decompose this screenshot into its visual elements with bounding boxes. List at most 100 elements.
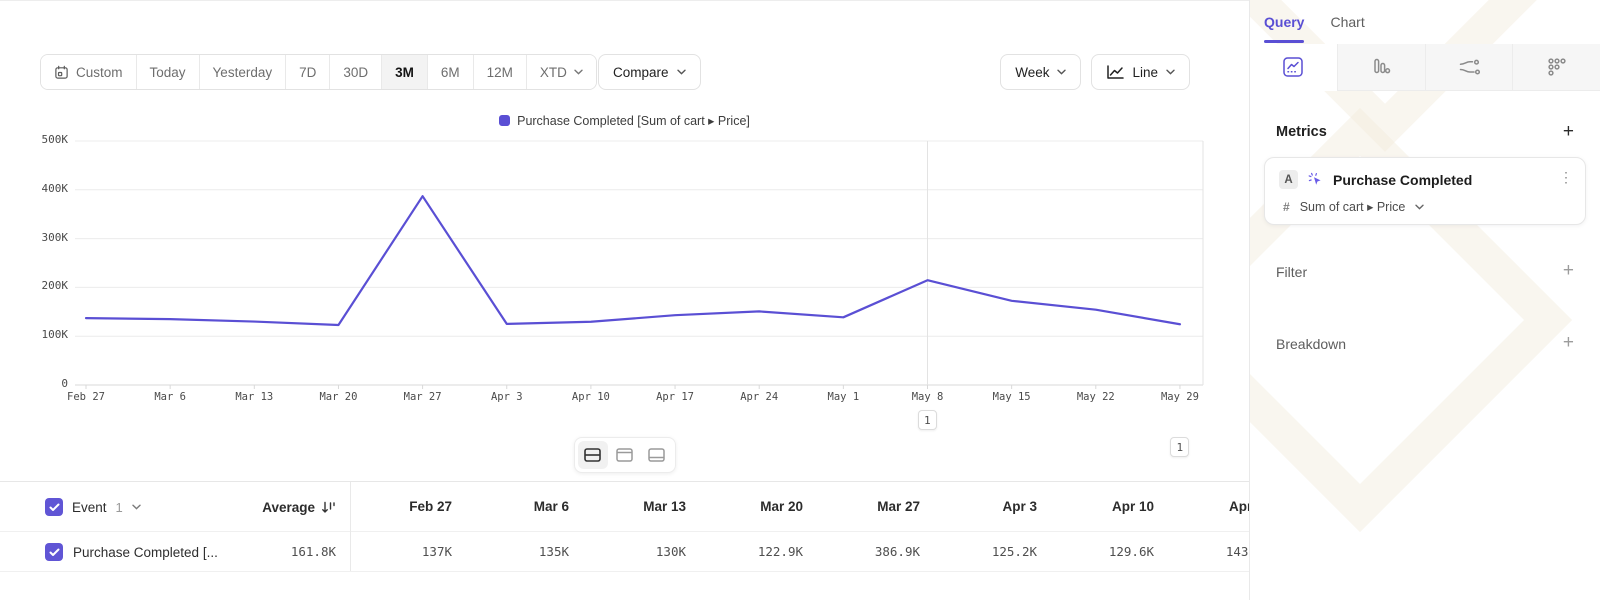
- range-label: 3M: [395, 65, 414, 80]
- value-cell: 125.2K: [936, 532, 1053, 572]
- chevron-down-icon: [1415, 204, 1424, 210]
- x-tick-label: Apr 17: [633, 391, 717, 403]
- breakdown-heading: Breakdown: [1276, 336, 1346, 352]
- date-column-header: Apr 3: [936, 482, 1053, 532]
- row-checkbox[interactable]: [45, 543, 63, 561]
- value-cell: 135K: [468, 532, 585, 572]
- chart-type-button[interactable]: Line: [1091, 54, 1190, 90]
- toggle-table-only[interactable]: [642, 441, 672, 469]
- y-tick-label: 400K: [0, 182, 68, 195]
- chevron-down-icon: [1057, 69, 1066, 75]
- query-sidebar: Query Chart: [1249, 0, 1600, 600]
- y-tick-label: 0: [0, 377, 68, 390]
- range-3m[interactable]: 3M: [381, 55, 427, 89]
- tab-query[interactable]: Query: [1264, 14, 1304, 30]
- x-tick-label: Mar 13: [212, 391, 296, 403]
- range-xtd[interactable]: XTD: [526, 55, 596, 89]
- legend-swatch: [499, 115, 510, 126]
- layout-toggle-group: [574, 437, 676, 473]
- compare-label: Compare: [613, 65, 669, 80]
- x-tick-label: Apr 24: [717, 391, 801, 403]
- range-label: Custom: [76, 65, 123, 80]
- x-tick-label: May 1: [801, 391, 885, 403]
- range-30d[interactable]: 30D: [329, 55, 381, 89]
- y-tick-label: 200K: [0, 279, 68, 292]
- main-panel: Custom Today Yesterday 7D 30D 3M 6M 12MXTD Comp…: [0, 0, 1249, 600]
- toggle-split-view[interactable]: [578, 441, 608, 469]
- range-yesterday[interactable]: Yesterday: [199, 55, 286, 89]
- aggregation-label: Sum of cart ▸ Price: [1300, 199, 1406, 214]
- chevron-down-icon: [677, 69, 686, 75]
- add-metric-button[interactable]: +: [1563, 122, 1574, 141]
- metric-aggregation[interactable]: # Sum of cart ▸ Price: [1283, 199, 1424, 214]
- value-cell: 386.9K: [819, 532, 936, 572]
- x-tick-label: Mar 6: [128, 391, 212, 403]
- metric-event-name: Purchase Completed: [1333, 172, 1472, 188]
- retention-icon: [1546, 56, 1568, 78]
- granularity-label: Week: [1015, 65, 1049, 80]
- metric-card[interactable]: A Purchase Completed ⋮ #: [1264, 157, 1586, 225]
- add-filter-button[interactable]: +: [1563, 261, 1574, 280]
- tab-retention[interactable]: [1512, 44, 1600, 91]
- chevron-down-icon: [574, 69, 583, 75]
- chevron-down-icon[interactable]: [132, 504, 141, 510]
- table-event-header: Event 1: [45, 482, 141, 532]
- range-12m[interactable]: 12M: [473, 55, 526, 89]
- x-tick-label: May 29: [1138, 391, 1222, 403]
- range-7d[interactable]: 7D: [285, 55, 329, 89]
- range-label: 7D: [299, 65, 316, 80]
- x-tick-label: May 15: [970, 391, 1054, 403]
- range-custom[interactable]: Custom: [41, 55, 136, 89]
- x-tick-label: Mar 20: [296, 391, 380, 403]
- tab-chart[interactable]: Chart: [1330, 14, 1364, 30]
- value-cell: 129.6K: [1053, 532, 1170, 572]
- range-label: 6M: [441, 65, 460, 80]
- granularity-button[interactable]: Week: [1000, 54, 1081, 90]
- row-average-value: 161.8K: [210, 532, 336, 572]
- range-today[interactable]: Today: [136, 55, 199, 89]
- chevron-down-icon: [1166, 69, 1175, 75]
- chart-legend[interactable]: Purchase Completed [Sum of cart ▸ Price]: [0, 113, 1249, 128]
- toggle-chart-only[interactable]: [610, 441, 640, 469]
- table-date-headers: Feb 27Mar 6Mar 13Mar 20Mar 27Apr 3Apr 10…: [351, 482, 1249, 532]
- average-column-header[interactable]: Average: [210, 482, 336, 532]
- metric-card-main: A Purchase Completed: [1279, 170, 1472, 189]
- sort-descending-icon: [321, 501, 336, 514]
- value-cell: 137K: [351, 532, 468, 572]
- number-type-icon: #: [1283, 200, 1290, 214]
- report-type-tabs: [1250, 44, 1600, 91]
- flows-icon: [1457, 56, 1481, 78]
- select-all-checkbox[interactable]: [45, 498, 63, 516]
- tab-funnels[interactable]: [1337, 44, 1425, 91]
- row-event-name: Purchase Completed [...: [73, 545, 218, 560]
- range-label: 30D: [343, 65, 368, 80]
- range-label: Yesterday: [213, 65, 273, 80]
- active-tab-underline: [1264, 40, 1304, 43]
- y-tick-label: 100K: [0, 328, 68, 341]
- table-row-values: 137K135K130K122.9K386.9K125.2K129.6K143.…: [351, 532, 1249, 572]
- annotation-badge[interactable]: 1: [918, 410, 937, 430]
- tab-flows[interactable]: [1425, 44, 1513, 91]
- value-cell: 143.1K: [1170, 532, 1249, 572]
- date-column-header: Mar 20: [702, 482, 819, 532]
- legend-label: Purchase Completed [Sum of cart ▸ Price]: [517, 113, 750, 128]
- metrics-heading: Metrics: [1276, 124, 1327, 140]
- compare-button[interactable]: Compare: [598, 54, 701, 90]
- range-label: Today: [150, 65, 186, 80]
- metric-menu-icon[interactable]: ⋮: [1559, 169, 1573, 186]
- x-tick-label: May 8: [886, 391, 970, 403]
- date-column-header: Apr 17: [1170, 482, 1249, 532]
- annotation-badge[interactable]: 1: [1170, 437, 1189, 457]
- table-row[interactable]: Purchase Completed [...: [45, 532, 218, 572]
- add-breakdown-button[interactable]: +: [1563, 333, 1574, 352]
- value-cell: 130K: [585, 532, 702, 572]
- line-chart-icon: [1106, 65, 1124, 80]
- date-column-header: Apr 10: [1053, 482, 1170, 532]
- tab-insights[interactable]: [1250, 44, 1337, 91]
- calendar-icon: [54, 65, 69, 80]
- chart-controls: Week Line: [1000, 54, 1190, 90]
- insights-report-page: Custom Today Yesterday 7D 30D 3M 6M 12MXTD Comp…: [0, 0, 1600, 600]
- y-tick-label: 300K: [0, 231, 68, 244]
- range-6m[interactable]: 6M: [427, 55, 473, 89]
- date-column-header: Feb 27: [351, 482, 468, 532]
